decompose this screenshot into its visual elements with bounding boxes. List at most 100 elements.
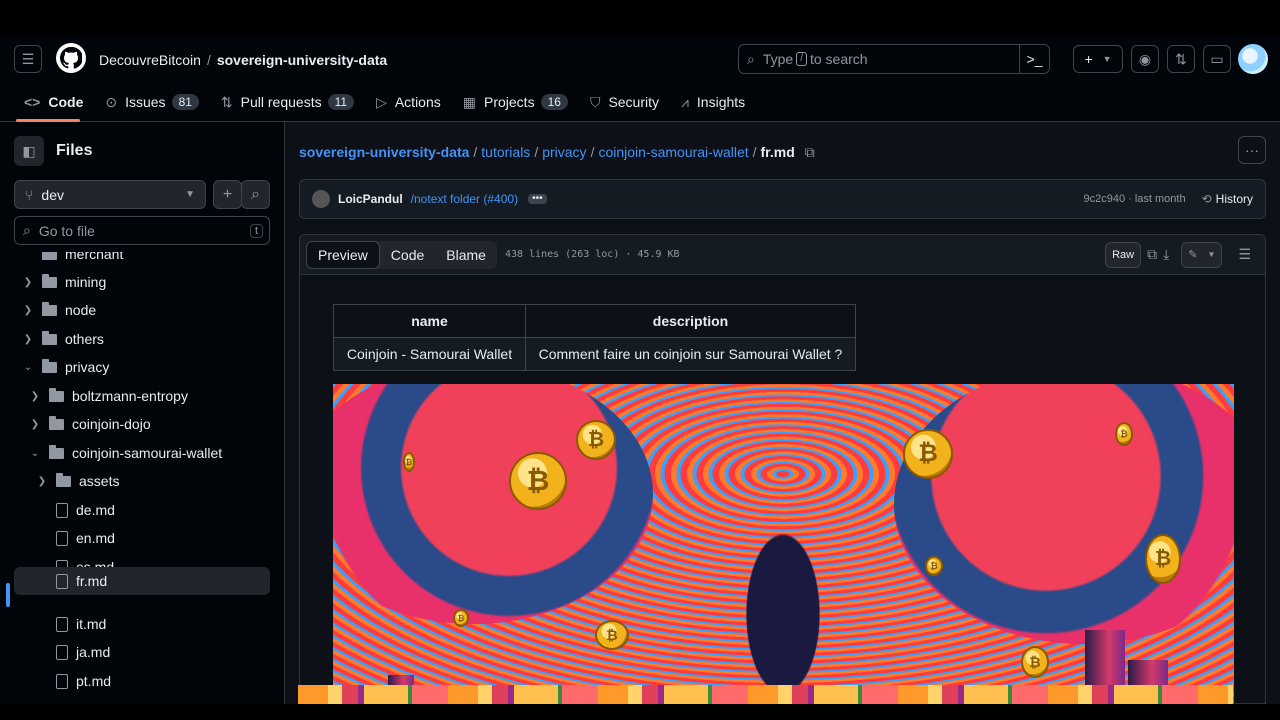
tree-item-coinjoin-dojo[interactable]: ❯ coinjoin-dojo (27, 410, 151, 438)
add-file-button[interactable]: + (213, 180, 242, 209)
tree-item-coinjoin-samourai-wallet[interactable]: ⌄ coinjoin-samourai-wallet (27, 439, 222, 467)
tree-item-assets[interactable]: ❯ assets (34, 467, 119, 495)
tree-item-privacy[interactable]: ⌄ privacy (20, 353, 109, 381)
command-palette-icon[interactable]: >_ (1019, 44, 1049, 74)
tree-item-label: fr.md (76, 573, 108, 589)
folder-icon (42, 252, 57, 260)
branch-selector[interactable]: ⑂ dev ▼ (14, 180, 206, 209)
table-header-cell: description (525, 304, 856, 338)
preview-tab[interactable]: Preview (306, 240, 380, 269)
table-cell: Comment faire un coinjoin sur Samourai W… (525, 337, 856, 371)
copy-path-icon[interactable]: ⧉ (805, 144, 815, 160)
table-icon: ▦ (462, 93, 476, 110)
tree-item-node[interactable]: ❯ node (20, 296, 96, 324)
collapse-sidebar-icon[interactable]: ◧ (14, 136, 44, 166)
github-mark-icon (60, 47, 82, 69)
tab-label: Projects (484, 94, 535, 110)
tree-item-en-md[interactable]: en.md (50, 524, 115, 552)
tab-label: Pull requests (240, 94, 322, 110)
file-content-box: Preview Code Blame 438 lines (263 loc) ·… (299, 234, 1266, 704)
commit-message-link[interactable]: /notext folder (#400) (411, 192, 518, 206)
table-header-row: name description (333, 304, 856, 338)
bitcoin-coin-icon: ₿ (1021, 646, 1049, 678)
graph-icon: ⩘ (681, 93, 689, 110)
repo-name-link[interactable]: sovereign-university-data (217, 52, 387, 68)
browser-page: ☰ DecouvreBitcoin / sovereign-university-d… (0, 36, 1280, 704)
tree-item-label: ja.md (76, 644, 111, 660)
user-avatar[interactable] (1238, 44, 1268, 74)
search-icon: ⌕ (747, 50, 755, 67)
breadcrumb-tutorials-link[interactable]: tutorials (481, 144, 530, 160)
pull-requests-button[interactable]: ⇅ (1167, 45, 1195, 73)
tree-item-label: mining (65, 274, 107, 290)
file-icon (56, 502, 68, 518)
repo-owner-link[interactable]: DecouvreBitcoin (99, 52, 201, 68)
inbox-button[interactable]: ▭ (1203, 45, 1231, 73)
table-cell: Coinjoin - Samourai Wallet (333, 337, 526, 371)
history-button[interactable]: ⟲ History (1202, 192, 1253, 206)
tree-item-label: privacy (65, 359, 110, 375)
file-icon (56, 530, 68, 546)
tree-item-label: en.md (76, 530, 115, 546)
code-tab[interactable]: Code (380, 241, 435, 269)
issues-button[interactable]: ◉ (1131, 45, 1159, 73)
menu-button[interactable]: ☰ (14, 45, 42, 73)
create-new-button[interactable]: + ▼ (1073, 45, 1123, 73)
tab-code[interactable]: <> Code (16, 86, 91, 118)
tree-item-fr-md[interactable]: fr.md (14, 567, 270, 595)
issue-opened-icon: ◉ (1138, 50, 1152, 67)
tab-security[interactable]: ⛉ Security (582, 86, 667, 118)
tree-item-label: assets (79, 473, 120, 489)
tree-item-boltzmann-entropy[interactable]: ❯ boltzmann-entropy (27, 382, 188, 410)
go-to-file-input[interactable]: ⌕ Go to file t (14, 216, 270, 245)
tree-item-label: it.md (76, 616, 107, 632)
issue-icon: ⊙ (105, 93, 118, 110)
chevron-right-icon: ❯ (23, 276, 33, 288)
tab-pull-requests[interactable]: ⇅ Pull requests 11 (213, 86, 362, 118)
tab-issues[interactable]: ⊙ Issues 81 (97, 86, 207, 118)
hamburger-icon: ☰ (21, 50, 35, 67)
edit-button-group[interactable]: ✎ ▼ (1181, 241, 1223, 268)
folder-icon (49, 387, 64, 402)
raw-button[interactable]: Raw (1105, 241, 1142, 268)
tree-item-de-md[interactable]: de.md (50, 496, 115, 524)
folder-open-icon (49, 444, 64, 459)
expand-commit-button[interactable]: ••• (528, 194, 547, 204)
author-avatar[interactable] (312, 190, 330, 208)
selected-item-indicator (6, 583, 10, 607)
breadcrumb-repo-link[interactable]: sovereign-university-data (299, 144, 469, 160)
more-options-button[interactable]: ··· (1238, 136, 1266, 164)
right-cloud-art (894, 384, 1234, 644)
tab-counter: 16 (540, 94, 568, 110)
commit-sha[interactable]: 9c2c940 · last month (1083, 193, 1185, 205)
tutorial-cover-image: ₿ ₿ ₿ ₿ ₿ ₿ ₿ ₿ ₿ ₿ (333, 384, 1234, 703)
tree-item-ja-md[interactable]: ja.md (50, 638, 110, 666)
download-icon[interactable]: ⤓ (1163, 246, 1169, 263)
breadcrumb-privacy-link[interactable]: privacy (542, 144, 586, 160)
current-file-name: fr.md (760, 144, 795, 160)
tree-item-it-md[interactable]: it.md (50, 610, 106, 638)
copy-icon[interactable]: ⧉ (1147, 246, 1157, 263)
breadcrumb-folder-link[interactable]: coinjoin-samourai-wallet (598, 144, 748, 160)
github-logo[interactable] (56, 43, 86, 73)
search-files-button[interactable]: ⌕ (241, 180, 270, 209)
tree-item-merchant[interactable]: merchant (20, 252, 123, 268)
tree-item-label: coinjoin-samourai-wallet (72, 445, 223, 461)
file-tree: merchant ❯ mining ❯ node ❯ others ⌄ privacy … (0, 252, 284, 704)
tab-projects[interactable]: ▦ Projects 16 (455, 86, 576, 118)
shield-icon: ⛉ (589, 93, 601, 110)
tab-insights[interactable]: ⩘ Insights (673, 86, 753, 118)
tab-actions[interactable]: ▷ Actions (368, 86, 449, 118)
search-input[interactable]: ⌕ Type / to search >_ (738, 44, 1050, 74)
list-unordered-icon[interactable]: ☰ (1238, 246, 1251, 263)
bitcoin-coin-icon: ₿ (509, 452, 567, 510)
markdown-preview: name description Coinjoin - Samourai Wal… (300, 275, 1265, 703)
play-icon: ▷ (376, 93, 387, 110)
blame-tab[interactable]: Blame (435, 241, 497, 269)
tree-item-others[interactable]: ❯ others (20, 325, 104, 353)
bitcoin-coin-icon: ₿ (925, 556, 943, 576)
bitcoin-coin-icon: ₿ (595, 620, 629, 650)
tree-item-pt-md[interactable]: pt.md (50, 667, 111, 695)
commit-author-link[interactable]: LoicPandul (338, 192, 403, 206)
tree-item-mining[interactable]: ❯ mining (20, 268, 106, 296)
